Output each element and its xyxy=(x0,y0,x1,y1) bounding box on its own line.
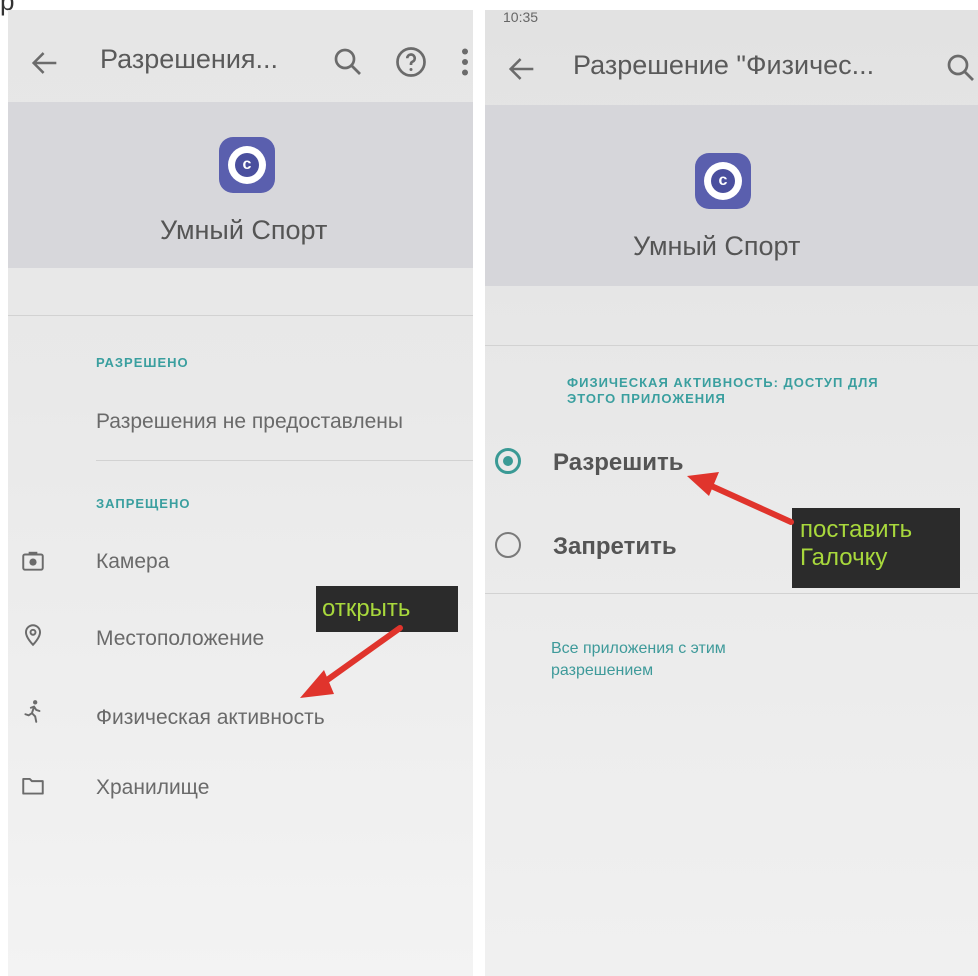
folder-icon xyxy=(22,777,44,795)
allowed-empty-text: Разрешения не предоставлены xyxy=(96,410,403,433)
annotation-check-line1: поставить xyxy=(800,516,913,543)
annotation-check-line2: Галочку xyxy=(800,544,888,571)
search-icon[interactable] xyxy=(330,44,366,80)
camera-icon xyxy=(22,551,44,571)
all-apps-link-line2: разрешением xyxy=(551,662,654,679)
more-vert-icon[interactable] xyxy=(456,44,473,80)
all-apps-link[interactable]: Все приложения с этим разрешением xyxy=(551,638,831,682)
app-name: Умный Спорт xyxy=(633,231,801,261)
app-bar: Разрешения... xyxy=(8,30,473,98)
app-header: c Умный Спорт xyxy=(485,105,978,286)
annotation-open-text: открыть xyxy=(322,595,411,622)
radio-deny-label[interactable]: Запретить xyxy=(553,533,677,561)
section-label-line2: ЭТОГО ПРИЛОЖЕНИЯ xyxy=(567,391,726,406)
app-logo-icon: c xyxy=(219,137,275,193)
section-label-line1: ФИЗИЧЕСКАЯ АКТИВНОСТЬ: ДОСТУП ДЛЯ xyxy=(567,375,879,390)
permission-item-activity[interactable]: Физическая активность xyxy=(96,706,325,730)
all-apps-link-line1: Все приложения с этим xyxy=(551,640,726,657)
app-logo-icon: c xyxy=(695,153,751,209)
app-name: Умный Спорт xyxy=(160,215,328,245)
app-bar-title: Разрешение "Физичес... xyxy=(573,50,875,80)
divider xyxy=(485,593,978,594)
annotation-check: поставить Галочку xyxy=(792,508,960,588)
permission-detail-screen: 10:35 Разрешение "Физичес... c Умный Спо… xyxy=(485,10,978,976)
divider xyxy=(8,315,473,316)
app-bar-title: Разрешения... xyxy=(100,44,279,74)
radio-deny[interactable] xyxy=(495,532,521,558)
divider xyxy=(96,460,473,461)
permission-item-storage[interactable]: Хранилище xyxy=(96,776,209,800)
status-time: 10:35 xyxy=(503,10,539,25)
annotation-open: открыть xyxy=(316,586,458,632)
back-arrow-icon[interactable] xyxy=(28,46,62,80)
back-arrow-icon[interactable] xyxy=(505,52,539,86)
section-label-access: ФИЗИЧЕСКАЯ АКТИВНОСТЬ: ДОСТУП ДЛЯ ЭТОГО … xyxy=(567,375,879,407)
permissions-screen: Разрешения... c Умный Спорт РАЗРЕШЕНО Ра… xyxy=(8,10,473,976)
section-label-allowed: РАЗРЕШЕНО xyxy=(96,355,189,370)
top-strip: р xyxy=(0,0,978,16)
radio-allow[interactable] xyxy=(495,448,521,474)
search-icon[interactable] xyxy=(943,50,978,86)
radio-allow-label[interactable]: Разрешить xyxy=(553,449,684,477)
permission-item-camera[interactable]: Камера xyxy=(96,550,169,574)
app-bar: Разрешение "Физичес... xyxy=(485,30,978,98)
location-pin-icon xyxy=(24,624,42,647)
divider xyxy=(485,345,978,346)
running-person-icon xyxy=(24,700,41,723)
app-header: c Умный Спорт xyxy=(8,102,473,268)
section-label-denied: ЗАПРЕЩЕНО xyxy=(96,496,191,511)
permission-item-location[interactable]: Местоположение xyxy=(96,627,264,651)
help-icon[interactable] xyxy=(393,44,429,80)
